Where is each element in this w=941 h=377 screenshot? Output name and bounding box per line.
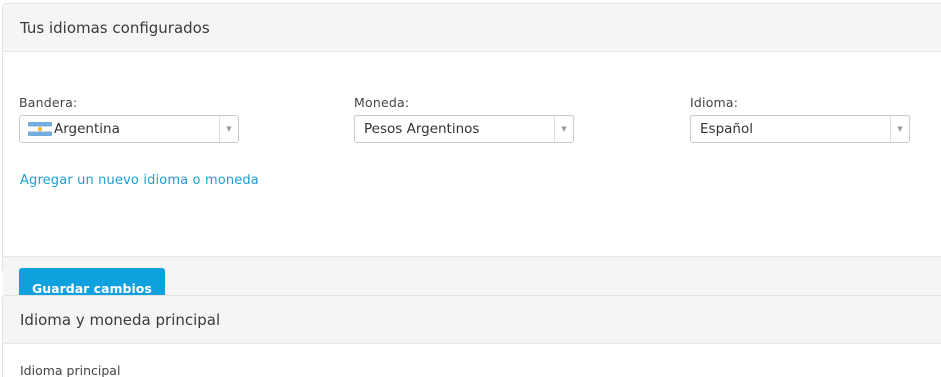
flag-select-value: Argentina xyxy=(54,121,120,137)
main-language-label: Idioma principal xyxy=(20,363,121,377)
card-header: Tus idiomas configurados xyxy=(3,4,941,52)
chevron-down-icon[interactable]: ▼ xyxy=(554,116,573,142)
currency-select[interactable]: Pesos Argentinos ▼ xyxy=(354,115,574,143)
flag-label: Bandera: xyxy=(19,95,78,110)
card-title: Idioma y moneda principal xyxy=(20,310,221,329)
chevron-down-icon[interactable]: ▼ xyxy=(890,116,909,142)
currency-select-value: Pesos Argentinos xyxy=(364,121,480,137)
language-select[interactable]: Español ▼ xyxy=(690,115,910,143)
chevron-down-icon[interactable]: ▼ xyxy=(219,116,238,142)
language-field: Idioma: Español ▼ xyxy=(690,95,910,143)
language-select-value: Español xyxy=(700,121,753,137)
flag-select[interactable]: Argentina ▼ xyxy=(19,115,239,143)
flag-field: Bandera: Argentina ▼ xyxy=(19,95,239,143)
currency-field: Moneda: Pesos Argentinos ▼ xyxy=(354,95,574,143)
card-header: Idioma y moneda principal xyxy=(3,296,941,344)
configured-languages-card: Tus idiomas configurados Bandera: Argent… xyxy=(2,3,941,320)
card-title: Tus idiomas configurados xyxy=(20,18,210,37)
page: Tus idiomas configurados Bandera: Argent… xyxy=(0,0,941,377)
currency-label: Moneda: xyxy=(354,95,410,110)
language-label: Idioma: xyxy=(690,95,739,110)
argentina-flag-icon xyxy=(28,122,52,136)
add-language-link[interactable]: Agregar un nuevo idioma o moneda xyxy=(20,173,259,188)
main-language-card: Idioma y moneda principal Idioma princip… xyxy=(2,295,941,377)
